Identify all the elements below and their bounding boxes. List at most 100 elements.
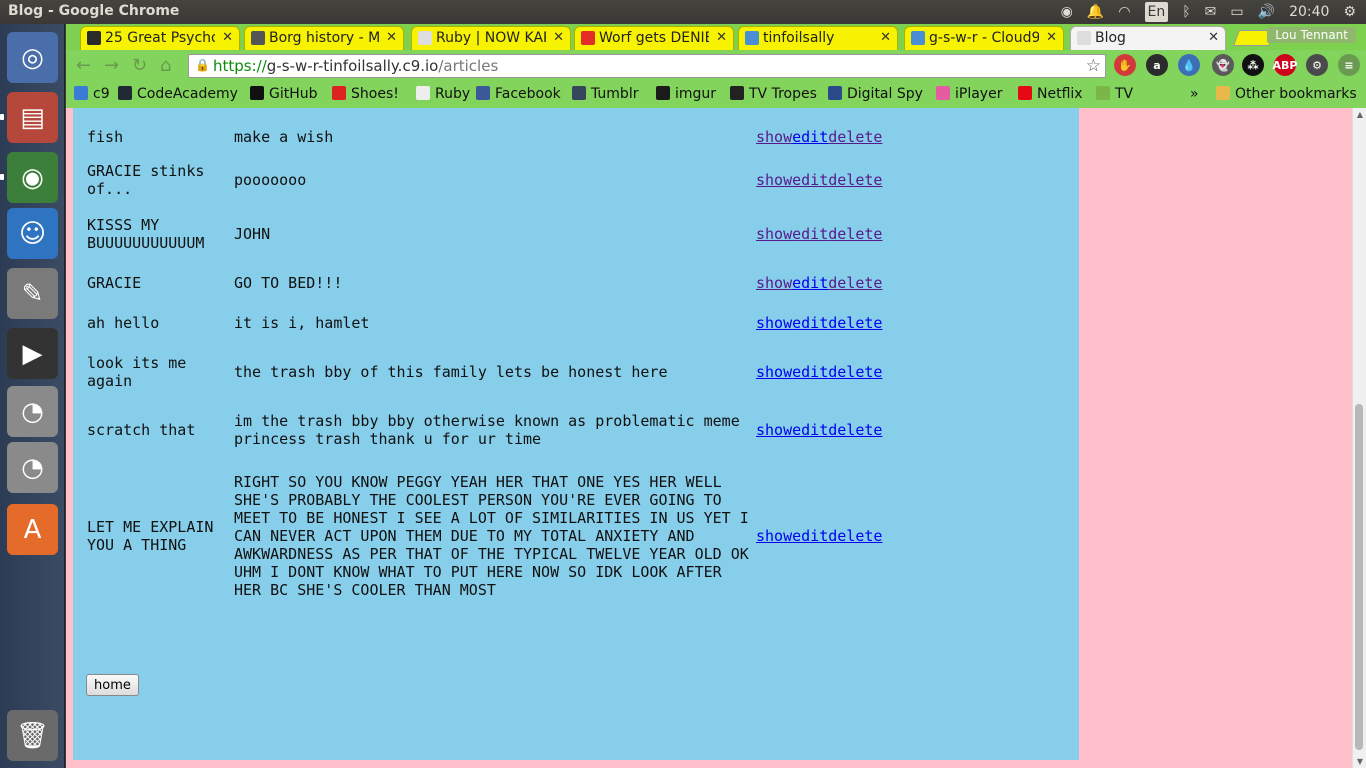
- delete-link[interactable]: delete: [828, 225, 882, 243]
- other-bookmarks-folder[interactable]: Other bookmarks: [1216, 86, 1357, 102]
- trash-icon[interactable]: 🗑: [7, 710, 58, 761]
- battery-icon[interactable]: ▭: [1230, 2, 1243, 22]
- amazon-extension-icon[interactable]: a: [1146, 54, 1168, 76]
- bookmark-item[interactable]: TV Tropes: [730, 86, 817, 102]
- blackberry-extension-icon[interactable]: ⁂: [1242, 54, 1264, 76]
- show-link[interactable]: show: [756, 274, 792, 292]
- browser-tab[interactable]: tinfoilsally ✕: [738, 26, 898, 50]
- ghostery-extension-icon[interactable]: 👻: [1212, 54, 1234, 76]
- power-gear-icon[interactable]: ⚙: [1343, 2, 1356, 22]
- show-link[interactable]: show: [756, 314, 792, 332]
- drive-icon[interactable]: ◔: [7, 386, 58, 437]
- tab-close-icon[interactable]: ✕: [880, 30, 891, 45]
- tab-close-icon[interactable]: ✕: [1046, 30, 1057, 45]
- adblock-plus-icon[interactable]: ABP: [1273, 54, 1297, 76]
- files-icon[interactable]: ▤: [7, 92, 58, 143]
- delete-link[interactable]: delete: [828, 421, 882, 439]
- scroll-down-arrow-icon[interactable]: ▼: [1357, 757, 1363, 766]
- scroll-up-arrow-icon[interactable]: ▲: [1357, 110, 1363, 119]
- forward-arrow-icon[interactable]: →: [104, 55, 119, 76]
- chrome-window: 25 Great Psychol ✕ Borg history - Me ✕ Ruby …: [66, 24, 1366, 768]
- show-link[interactable]: show: [756, 171, 792, 189]
- delete-link[interactable]: delete: [828, 274, 882, 292]
- delete-link[interactable]: delete: [828, 314, 882, 332]
- edit-link[interactable]: edit: [792, 363, 828, 381]
- keyboard-layout-indicator[interactable]: En: [1144, 2, 1169, 22]
- menu-icon[interactable]: ≡: [1338, 54, 1360, 76]
- bookmark-item[interactable]: Netflix: [1018, 86, 1083, 102]
- scroll-thumb[interactable]: [1355, 404, 1363, 750]
- back-arrow-icon[interactable]: ←: [76, 55, 91, 76]
- tab-close-icon[interactable]: ✕: [1208, 30, 1219, 45]
- delete-link[interactable]: delete: [828, 527, 882, 545]
- show-link[interactable]: show: [756, 421, 792, 439]
- drop-extension-icon[interactable]: 💧: [1178, 54, 1200, 76]
- terminal-icon[interactable]: ▶: [7, 328, 58, 379]
- show-link[interactable]: show: [756, 363, 792, 381]
- bookmark-item[interactable]: iPlayer: [936, 86, 1002, 102]
- bluetooth-icon[interactable]: ᛒ: [1182, 2, 1190, 22]
- show-link[interactable]: show: [756, 128, 792, 146]
- browser-tab[interactable]: 25 Great Psychol ✕: [80, 26, 240, 50]
- notification-bell-icon[interactable]: 🔔: [1087, 2, 1104, 22]
- bookmark-item[interactable]: CodeAcademy: [118, 86, 238, 102]
- clock[interactable]: 20:40: [1289, 2, 1329, 22]
- delete-link[interactable]: delete: [828, 363, 882, 381]
- bookmark-item[interactable]: TV: [1096, 86, 1133, 102]
- bookmark-item[interactable]: Digital Spy: [828, 86, 923, 102]
- bookmark-favicon-icon: [1096, 86, 1110, 100]
- dash-home-icon[interactable]: ◎: [7, 32, 58, 83]
- chrome-tray-icon[interactable]: ◉: [1061, 2, 1073, 22]
- drive-icon[interactable]: ◔: [7, 442, 58, 493]
- article-title: ah hello: [87, 314, 160, 332]
- text-editor-icon[interactable]: ✎: [7, 268, 58, 319]
- browser-tab[interactable]: Worf gets DENIE ✕: [574, 26, 734, 50]
- settings-extension-icon[interactable]: ⚙: [1306, 54, 1328, 76]
- article-text: RIGHT SO YOU KNOW PEGGY YEAH HER THAT ON…: [234, 473, 749, 599]
- edit-link[interactable]: edit: [792, 225, 828, 243]
- vertical-scrollbar[interactable]: ▲ ▼: [1352, 108, 1366, 768]
- volume-icon[interactable]: 🔊: [1258, 2, 1275, 22]
- bookmark-item[interactable]: c9: [74, 86, 110, 102]
- edit-link[interactable]: edit: [792, 274, 828, 292]
- delete-cell: delete: [828, 205, 882, 263]
- bookmark-item[interactable]: Ruby: [416, 86, 470, 102]
- browser-tab[interactable]: Ruby | NOW KAR ✕: [411, 26, 571, 50]
- bookmark-star-icon[interactable]: ☆: [1086, 56, 1101, 76]
- browser-tab[interactable]: Blog ✕: [1070, 26, 1226, 50]
- browser-tab[interactable]: g-s-w-r - Cloud9 ✕: [904, 26, 1064, 50]
- empathy-chat-icon[interactable]: ☺: [7, 208, 58, 259]
- mail-icon[interactable]: ✉: [1205, 2, 1217, 22]
- reload-icon[interactable]: ↻: [132, 55, 147, 76]
- software-center-icon[interactable]: A: [7, 504, 58, 555]
- profile-button[interactable]: Lou Tennant: [1267, 27, 1356, 43]
- tab-close-icon[interactable]: ✕: [222, 30, 233, 45]
- edit-link[interactable]: edit: [792, 171, 828, 189]
- delete-link[interactable]: delete: [828, 128, 882, 146]
- stop-extension-icon[interactable]: ✋: [1114, 54, 1136, 76]
- tab-close-icon[interactable]: ✕: [716, 30, 727, 45]
- bookmark-item[interactable]: Facebook: [476, 86, 561, 102]
- tab-close-icon[interactable]: ✕: [386, 30, 397, 45]
- edit-link[interactable]: edit: [792, 527, 828, 545]
- browser-tab[interactable]: Borg history - Me ✕: [244, 26, 404, 50]
- home-button[interactable]: home: [86, 674, 139, 696]
- tab-close-icon[interactable]: ✕: [553, 30, 564, 45]
- chrome-icon[interactable]: ◉: [7, 152, 58, 203]
- address-bar[interactable]: 🔒 https://g-s-w-r-tinfoilsally.c9.io/art…: [188, 54, 1106, 78]
- edit-link[interactable]: edit: [792, 314, 828, 332]
- home-icon[interactable]: ⌂: [160, 55, 171, 76]
- edit-link[interactable]: edit: [792, 421, 828, 439]
- bookmark-item[interactable]: GitHub: [250, 86, 318, 102]
- bookmark-favicon-icon: [416, 86, 430, 100]
- wifi-icon[interactable]: ◠: [1118, 2, 1130, 22]
- delete-link[interactable]: delete: [828, 171, 882, 189]
- bookmarks-overflow-chevron-icon[interactable]: »: [1190, 86, 1199, 102]
- show-link[interactable]: show: [756, 225, 792, 243]
- bookmark-item[interactable]: Shoes!: [332, 86, 399, 102]
- edit-link[interactable]: edit: [792, 128, 828, 146]
- bookmark-item[interactable]: Tumblr: [572, 86, 638, 102]
- bookmark-item[interactable]: imgur: [656, 86, 716, 102]
- tab-favicon-icon: [418, 31, 432, 45]
- show-link[interactable]: show: [756, 527, 792, 545]
